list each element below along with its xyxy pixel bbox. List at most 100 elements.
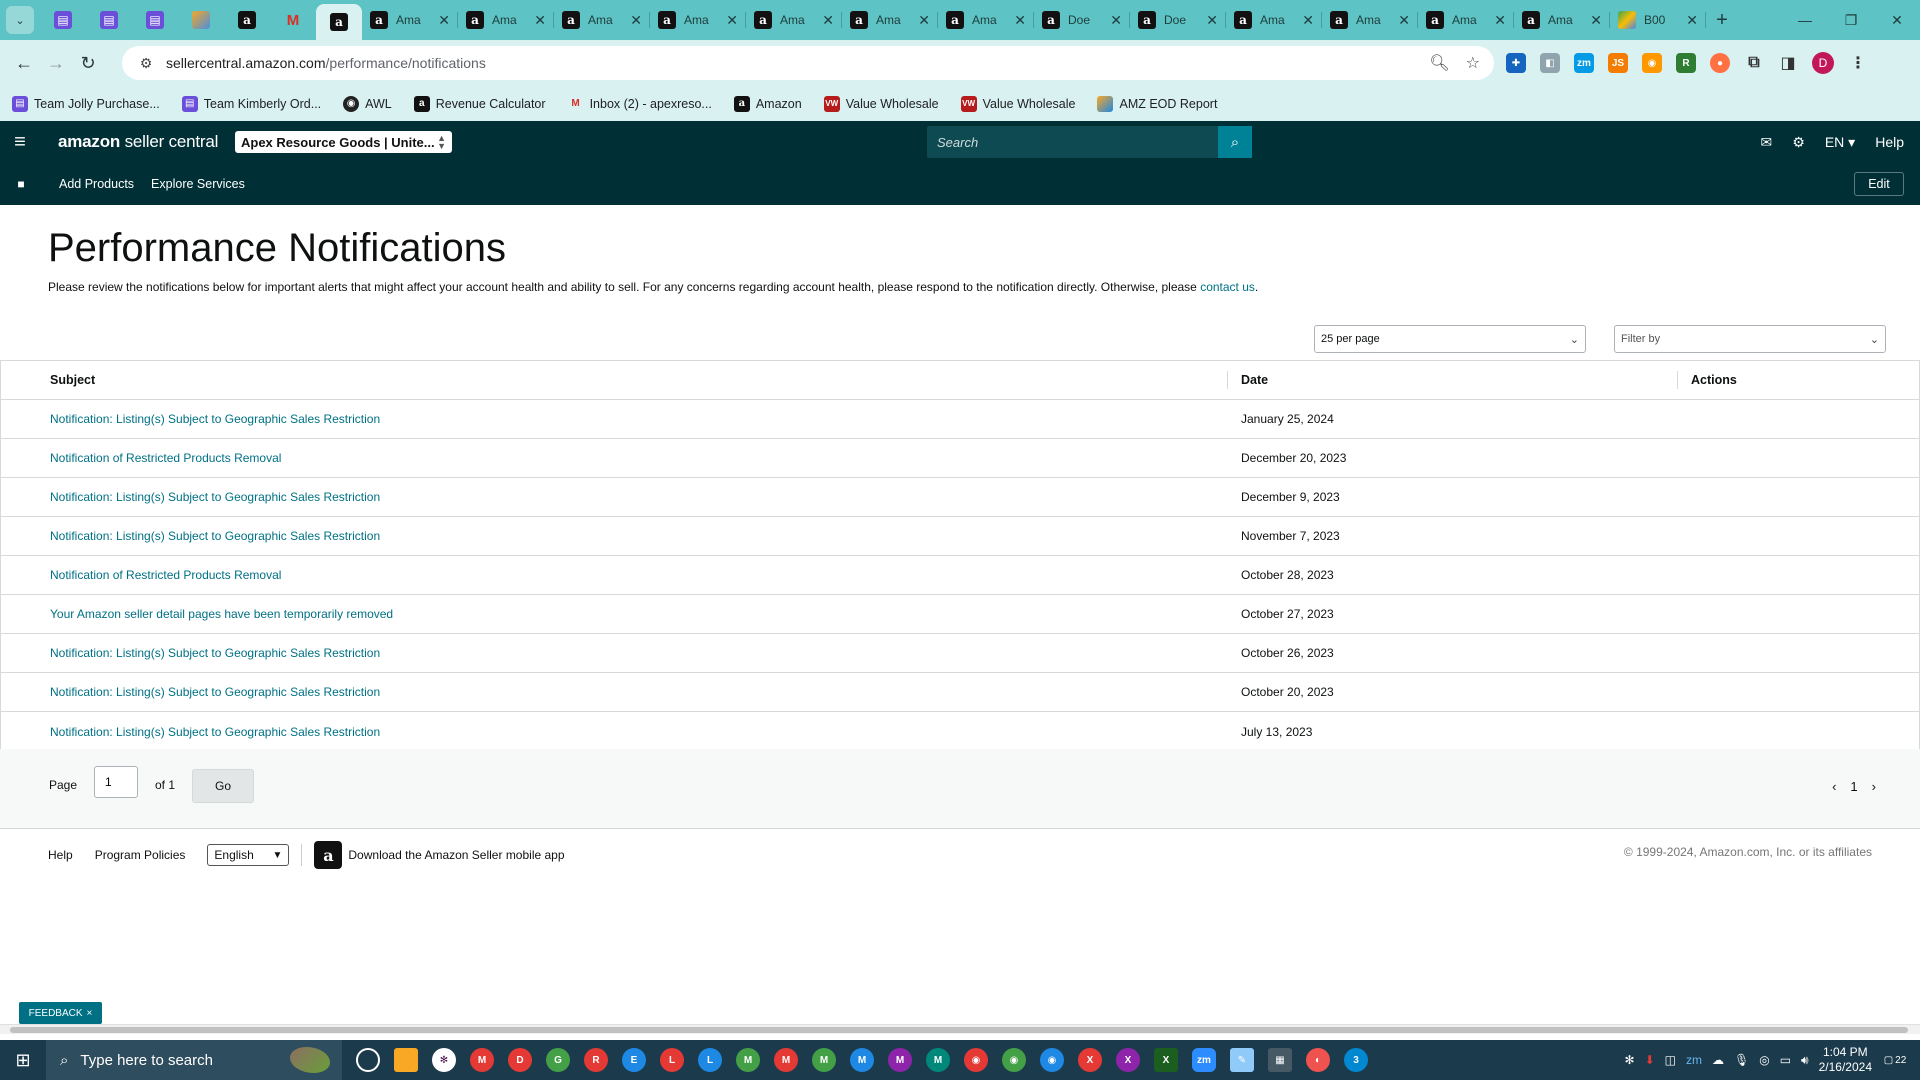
close-tab-icon[interactable]: ✕	[630, 12, 642, 29]
chrome-profile-icon[interactable]: M	[774, 1048, 798, 1072]
store-selector[interactable]: Apex Resource Goods | Unite... ▲ ▼	[235, 131, 452, 153]
browser-tab[interactable]: a Ama ✕	[362, 0, 458, 40]
help-link[interactable]: Help	[1875, 134, 1904, 150]
slack-icon[interactable]: ✻	[432, 1048, 456, 1072]
browser-tab[interactable]: a Ama ✕	[938, 0, 1034, 40]
scrollbar-thumb[interactable]	[10, 1027, 1908, 1033]
extension-icon[interactable]: ◉	[1642, 53, 1662, 73]
chrome-profile-icon[interactable]: ◉	[964, 1048, 988, 1072]
address-bar[interactable]: ⚙ sellercentral.amazon.com/performance/n…	[122, 46, 1494, 80]
browser-tab[interactable]: a Ama ✕	[1226, 0, 1322, 40]
chevron-right-icon[interactable]: ›	[1872, 779, 1876, 794]
browser-tab[interactable]: a Ama ✕	[1418, 0, 1514, 40]
browser-tab[interactable]: a Ama ✕	[458, 0, 554, 40]
pinned-tab-pen[interactable]	[178, 0, 224, 40]
notification-link[interactable]: Notification: Listing(s) Subject to Geog…	[50, 529, 380, 543]
chrome-profile-icon[interactable]: D	[508, 1048, 532, 1072]
close-tab-icon[interactable]: ✕	[1494, 12, 1506, 29]
pinned-tab-amazon[interactable]: a	[224, 0, 270, 40]
network-icon[interactable]: ▭	[1780, 1053, 1791, 1067]
chrome-profile-icon[interactable]: M	[888, 1048, 912, 1072]
task-view-icon[interactable]	[356, 1048, 380, 1072]
tray-icon[interactable]: ⬇	[1645, 1053, 1655, 1067]
zoom-icon[interactable]: 🔍︎	[1429, 53, 1449, 73]
notification-link[interactable]: Notification: Listing(s) Subject to Geog…	[50, 412, 380, 426]
notification-link[interactable]: Notification: Listing(s) Subject to Geog…	[50, 725, 380, 739]
extension-icon[interactable]: ✚	[1506, 53, 1526, 73]
column-header-date[interactable]: Date	[1228, 371, 1678, 389]
tray-icon[interactable]: ☁	[1712, 1053, 1724, 1067]
browser-tab[interactable]: a Ama ✕	[1514, 0, 1610, 40]
page-number-input[interactable]	[94, 766, 138, 798]
volume-icon[interactable]: 🔊︎	[1801, 1053, 1809, 1068]
file-explorer-icon[interactable]	[394, 1048, 418, 1072]
chrome-profile-icon[interactable]: M	[926, 1048, 950, 1072]
close-tab-icon[interactable]: ✕	[1014, 12, 1026, 29]
tab-search-button[interactable]: ⌄	[6, 6, 34, 34]
browser-tab[interactable]: a Ama ✕	[746, 0, 842, 40]
close-tab-icon[interactable]: ✕	[1110, 12, 1122, 29]
notification-link[interactable]: Notification: Listing(s) Subject to Geog…	[50, 685, 380, 699]
notification-link[interactable]: Notification of Restricted Products Remo…	[50, 451, 281, 465]
horizontal-scrollbar[interactable]	[0, 1024, 1920, 1034]
browser-tab[interactable]: a Doe ✕	[1034, 0, 1130, 40]
search-input[interactable]	[927, 126, 1218, 158]
new-tab-button[interactable]: +	[1706, 0, 1738, 40]
site-info-icon[interactable]: ⚙	[136, 53, 156, 73]
mail-icon[interactable]: ✉	[1761, 134, 1773, 151]
close-tab-icon[interactable]: ✕	[438, 12, 450, 29]
notification-link[interactable]: Your Amazon seller detail pages have bee…	[50, 607, 393, 621]
footer-language-select[interactable]: English ▼	[207, 844, 290, 866]
bookmark-item[interactable]: a Revenue Calculator	[413, 95, 546, 112]
notification-center-icon[interactable]: ▢ 22	[1882, 1047, 1908, 1073]
calculator-icon[interactable]: ▦	[1268, 1048, 1292, 1072]
chrome-profile-icon[interactable]: E	[622, 1048, 646, 1072]
hamburger-menu-icon[interactable]: ≡	[0, 131, 40, 154]
chrome-profile-icon[interactable]: X	[1078, 1048, 1102, 1072]
pinned-tab-active-amazon[interactable]: a	[316, 4, 362, 40]
close-tab-icon[interactable]: ✕	[1686, 12, 1698, 29]
profile-avatar[interactable]: D	[1812, 52, 1834, 74]
zoom-icon[interactable]: zm	[1192, 1048, 1216, 1072]
bookmark-item[interactable]: AMZ EOD Report	[1097, 95, 1217, 112]
download-app-link[interactable]: Download the Amazon Seller mobile app	[348, 848, 564, 862]
chrome-profile-icon[interactable]: ◉	[1040, 1048, 1064, 1072]
forward-button[interactable]: →	[40, 47, 72, 79]
notification-link[interactable]: Notification: Listing(s) Subject to Geog…	[50, 490, 380, 504]
browser-tab[interactable]: a Ama ✕	[842, 0, 938, 40]
chevron-left-icon[interactable]: ‹	[1832, 779, 1836, 794]
paint-icon[interactable]: ◐	[1306, 1048, 1330, 1072]
pinned-tab-gmail[interactable]: M	[270, 0, 316, 40]
close-tab-icon[interactable]: ✕	[822, 12, 834, 29]
bookmark-item[interactable]: ▤ Team Kimberly Ord...	[181, 95, 321, 112]
extension-icon[interactable]: R	[1676, 53, 1696, 73]
close-tab-icon[interactable]: ✕	[534, 12, 546, 29]
pinned-tab-sheets-3[interactable]: ▤	[132, 0, 178, 40]
tray-icon[interactable]: ✻	[1625, 1053, 1635, 1067]
feedback-button[interactable]: FEEDBACK ×	[19, 1002, 102, 1024]
extension-icon[interactable]: ●	[1710, 53, 1730, 73]
explore-services-link[interactable]: Explore Services	[151, 177, 245, 191]
bookmark-item[interactable]: a Amazon	[733, 95, 802, 112]
close-tab-icon[interactable]: ✕	[726, 12, 738, 29]
browser-tab[interactable]: a Ama ✕	[1322, 0, 1418, 40]
filter-by-select[interactable]: Filter by ⌄	[1614, 325, 1886, 353]
close-tab-icon[interactable]: ✕	[1302, 12, 1314, 29]
chrome-profile-icon[interactable]: R	[584, 1048, 608, 1072]
close-tab-icon[interactable]: ✕	[1398, 12, 1410, 29]
chrome-profile-icon[interactable]: M	[470, 1048, 494, 1072]
puzzle-icon[interactable]: ⧉	[1744, 53, 1764, 73]
microphone-icon[interactable]: 🎙︎	[1734, 1053, 1749, 1067]
back-button[interactable]: ←	[8, 47, 40, 79]
column-header-subject[interactable]: Subject	[1, 371, 1228, 389]
contact-us-link[interactable]: contact us	[1200, 280, 1255, 294]
chrome-profile-icon[interactable]: M	[736, 1048, 760, 1072]
notes-icon[interactable]: ✎	[1230, 1048, 1254, 1072]
close-window-icon[interactable]: ✕	[1874, 0, 1920, 40]
bookmark-item[interactable]: VW Value Wholesale	[823, 95, 939, 112]
close-tab-icon[interactable]: ✕	[1590, 12, 1602, 29]
chrome-profile-icon[interactable]: ◉	[1002, 1048, 1026, 1072]
browser-tab[interactable]: a Doe ✕	[1130, 0, 1226, 40]
per-page-select[interactable]: 25 per page ⌄	[1314, 325, 1586, 353]
current-page[interactable]: 1	[1850, 779, 1857, 794]
